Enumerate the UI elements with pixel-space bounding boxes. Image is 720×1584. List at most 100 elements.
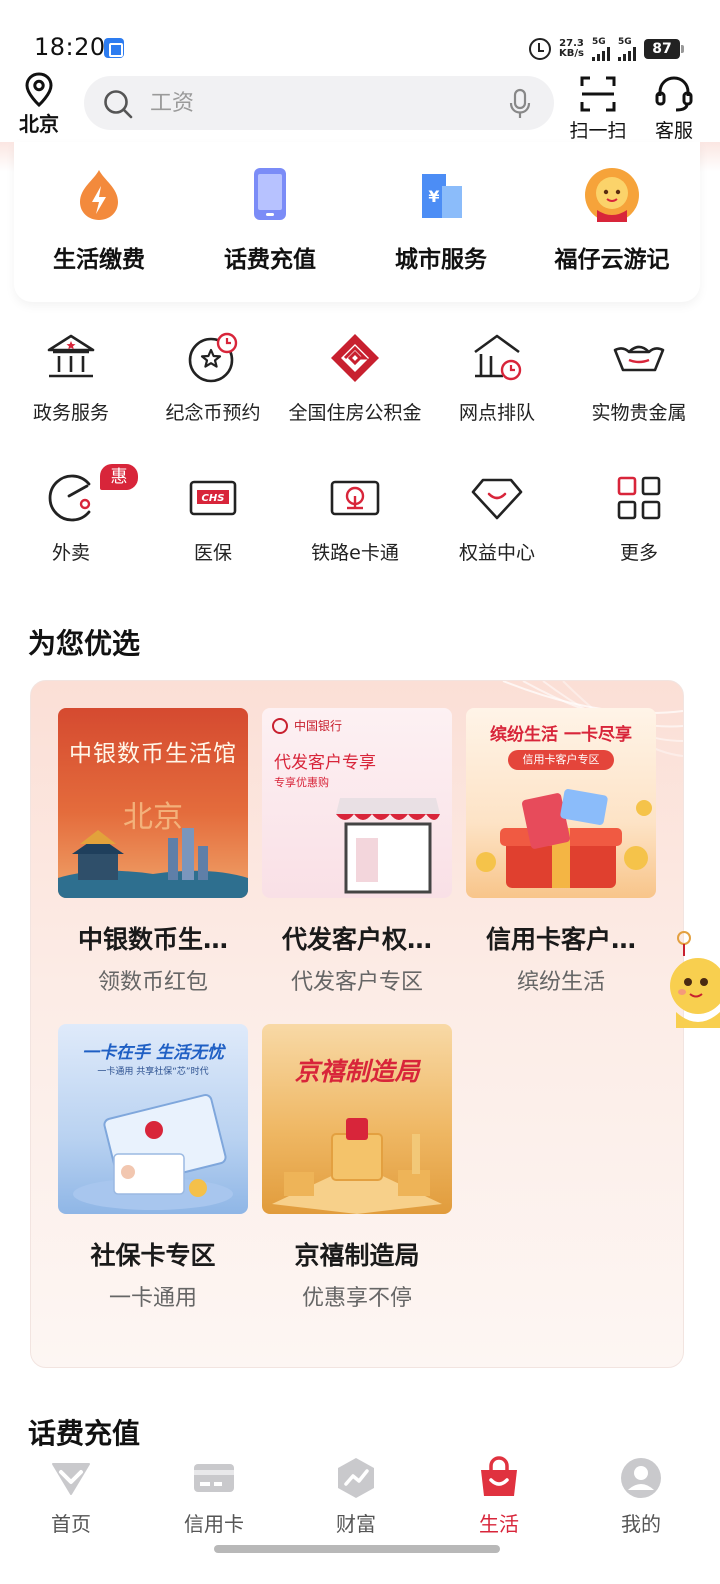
temple-illustration (58, 828, 248, 898)
thumbnail-title: 代发客户专享 (274, 753, 376, 773)
tab-home[interactable]: 首页 (11, 1456, 131, 1537)
signal-sim2: 5G (618, 37, 636, 61)
status-indicators: 27.3 KB/s 5G 5G 87 (529, 36, 684, 62)
product-thumbnail: 缤纷生活 一卡尽享 信用卡客户专区 (466, 708, 656, 898)
signal-bars-icon (592, 46, 610, 61)
grid-item-label: 全国住房公积金 (288, 402, 422, 424)
service-label: 话费充值 (224, 247, 316, 273)
product-subtitle: 代发客户专区 (290, 970, 423, 995)
foryou-card: 中银数币生活馆 北京 中银数币生… 领数币红包 中国银行 代发客户专享 专享优惠… (30, 680, 684, 1368)
product-card-digital-currency[interactable]: 中银数币生活馆 北京 中银数币生… 领数币红包 (58, 708, 248, 996)
svg-text:CHS: CHS (202, 493, 225, 504)
product-subtitle: 缤纷生活 (516, 970, 605, 995)
sim1-label: 5G (592, 36, 606, 47)
product-title: 中银数币生… (77, 925, 228, 954)
recharge-section-title: 话费充值 (28, 1417, 141, 1450)
phone-icon (254, 168, 286, 220)
scan-icon (580, 76, 616, 112)
gold-ingot-icon (613, 345, 665, 372)
service-label: 城市服务 (395, 247, 487, 273)
product-subtitle: 领数币红包 (97, 970, 208, 995)
home-icon (52, 1463, 90, 1495)
service-label: 生活缴费 (53, 247, 145, 273)
scan-label: 扫一扫 (569, 120, 627, 142)
city-building-icon: ¥ (422, 174, 462, 218)
flame-icon (80, 170, 118, 220)
grid-item-rights-center[interactable]: 权益中心 (426, 470, 568, 569)
product-thumbnail: 京禧制造局 (262, 1024, 452, 1214)
scan-button[interactable]: 扫一扫 (566, 74, 630, 143)
tab-label: 信用卡 (184, 1512, 244, 1536)
product-title: 代发客户权… (281, 925, 432, 954)
social-security-card-illustration (73, 1094, 233, 1210)
product-card-credit-card[interactable]: 缤纷生活 一卡尽享 信用卡客户专区 信用卡客户… 缤纷生活 (466, 708, 656, 996)
grid-item-housing-fund[interactable]: 全国住房公积金 (284, 330, 426, 429)
grid-item-label: 实物贵金属 (591, 402, 687, 424)
product-card-social-security[interactable]: 一卡在手 生活无忧 一卡通用 共享社保“芯”时代 社保卡专区 一卡通用 (58, 1024, 248, 1312)
shop-storefront-illustration (336, 798, 440, 894)
thumbnail-title: 中银数币生活馆 (69, 741, 237, 767)
grid-item-government[interactable]: 政务服务 (0, 330, 142, 429)
grid-item-commemorative-coin[interactable]: 纪念币预约 (142, 330, 284, 429)
product-card-payroll-customer[interactable]: 中国银行 代发客户专享 专享优惠购 代发客户权… 代发客户专区 (262, 708, 452, 996)
signal-sim1: 5G (592, 36, 610, 61)
grid-item-label: 铁路e卡通 (311, 542, 399, 564)
alarm-icon (529, 38, 552, 60)
grid-item-label: 权益中心 (458, 542, 535, 564)
floating-mascot-icon[interactable] (662, 928, 720, 1048)
location-selector[interactable]: 北京 (16, 72, 62, 137)
network-speed: 27.3 KB/s (559, 39, 584, 59)
service-phone-recharge[interactable]: 话费充值 (185, 164, 355, 274)
grid-item-branch-queue[interactable]: 网点排队 (426, 330, 568, 429)
notification-app-icon (104, 38, 124, 58)
grid-item-label: 纪念币预约 (165, 402, 261, 424)
grid-item-medical-insurance[interactable]: CHS 医保 (142, 470, 284, 569)
product-thumbnail: 中银数币生活馆 北京 (58, 708, 248, 898)
grid-item-label: 医保 (193, 542, 232, 564)
service-city-services[interactable]: ¥ 城市服务 (356, 164, 526, 274)
golden-city-illustration (272, 1118, 442, 1214)
tab-life[interactable]: 生活 (439, 1456, 559, 1537)
thumbnail-title: 一卡在手 生活无忧 (82, 1043, 224, 1063)
thumbnail-title: 缤纷生活 一卡尽享 (490, 725, 632, 745)
thumbnail-subtitle: 信用卡客户专区 (508, 750, 614, 770)
takeout-icon (48, 474, 91, 522)
search-bar[interactable] (84, 76, 554, 130)
tab-label: 财富 (336, 1512, 376, 1536)
customer-service-button[interactable]: 客服 (642, 74, 706, 143)
railway-card-icon (330, 480, 380, 516)
thumbnail-title: 京禧制造局 (294, 1057, 420, 1086)
customer-service-label: 客服 (654, 120, 693, 142)
foryou-section-title: 为您优选 (28, 627, 141, 660)
branch-queue-icon (474, 334, 522, 381)
signal-bars-icon (618, 46, 636, 61)
search-input[interactable] (150, 76, 490, 130)
app-header: 北京 扫一扫 客服 (0, 70, 720, 142)
tab-profile[interactable]: 我的 (581, 1456, 701, 1537)
chs-card-icon: CHS (189, 480, 237, 516)
grid-item-railway-card[interactable]: 铁路e卡通 (284, 470, 426, 569)
more-grid-icon (617, 476, 661, 520)
network-speed-unit: KB/s (559, 48, 584, 59)
home-indicator[interactable] (214, 1545, 500, 1553)
coin-star-clock-icon (188, 332, 238, 383)
product-card-jingxi-workshop[interactable]: 京禧制造局 京禧制造局 优惠享不停 (262, 1024, 452, 1312)
grid-item-label: 网点排队 (458, 402, 535, 424)
product-thumbnail: 一卡在手 生活无忧 一卡通用 共享社保“芯”时代 (58, 1024, 248, 1214)
tab-label: 生活 (479, 1512, 519, 1536)
service-fuzai-travel[interactable]: 福仔云游记 (527, 164, 697, 274)
tab-wealth[interactable]: 财富 (296, 1456, 416, 1537)
diamond-icon (471, 478, 523, 520)
bank-logo-icon (272, 718, 288, 734)
grid-item-more[interactable]: 更多 (568, 470, 710, 569)
grid-item-label: 政务服务 (32, 402, 109, 424)
product-thumbnail: 中国银行 代发客户专享 专享优惠购 (262, 708, 452, 898)
service-utility-payment[interactable]: 生活缴费 (14, 164, 184, 274)
grid-item-label: 更多 (619, 542, 658, 564)
microphone-icon[interactable] (508, 88, 532, 120)
product-title: 信用卡客户… (485, 925, 636, 954)
grid-item-precious-metals[interactable]: 实物贵金属 (568, 330, 710, 429)
grid-item-label: 外卖 (51, 542, 90, 564)
tab-credit-card[interactable]: 信用卡 (154, 1456, 274, 1537)
service-label: 福仔云游记 (554, 247, 670, 273)
